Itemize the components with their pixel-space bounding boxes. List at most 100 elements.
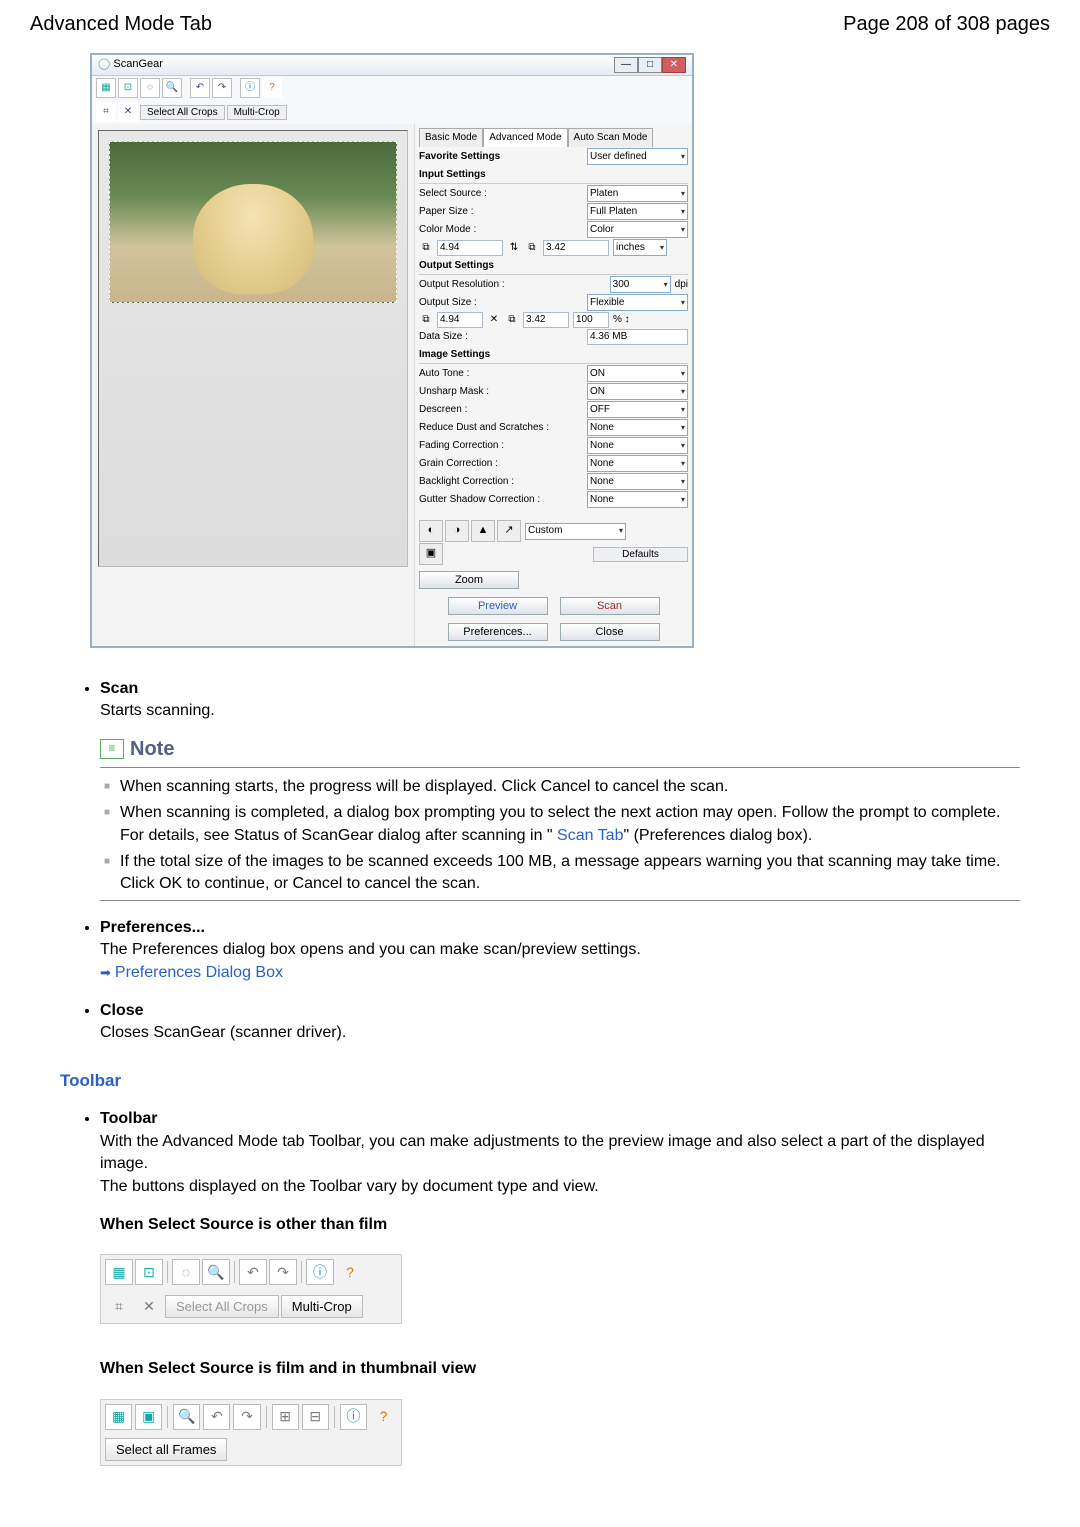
note-item-2: When scanning is completed, a dialog box…	[100, 802, 1020, 847]
paper-size-label: Paper Size :	[419, 205, 583, 219]
note-icon: ≡	[100, 739, 124, 759]
percent-spinner-icon[interactable]: % ↕	[613, 313, 630, 327]
width-icon: ⧉	[419, 241, 433, 255]
window-close-icon[interactable]: ✕	[662, 57, 686, 73]
rotate-right-icon[interactable]: ↷	[212, 78, 232, 98]
remove-crop-icon[interactable]: ✕	[118, 102, 138, 122]
unit-select[interactable]: inches	[613, 239, 667, 256]
toolbar-primary: ▦ ⊡ ◌ 🔍 ↶ ↷ ⓘ ?	[92, 76, 692, 100]
out-height-icon: ⧉	[505, 313, 519, 327]
grain-select[interactable]: None	[587, 455, 688, 472]
color-mode-select[interactable]: Color	[587, 221, 688, 238]
saturation-icon[interactable]: ◐	[419, 520, 443, 542]
ill-select-all-crops-button: Select All Crops	[165, 1295, 279, 1318]
scangear-window: ◯ ScanGear — □ ✕ ▦ ⊡ ◌ 🔍 ↶ ↷ ⓘ ? ⌗ ✕ Sel…	[90, 53, 694, 648]
unsharp-mask-select[interactable]: ON	[587, 383, 688, 400]
window-maximize-icon[interactable]: □	[638, 57, 662, 73]
window-title: ScanGear	[113, 58, 163, 70]
favorite-settings-select[interactable]: User defined	[587, 148, 688, 165]
tab-advanced-mode[interactable]: Advanced Mode	[483, 128, 567, 147]
info-icon[interactable]: ⓘ	[240, 78, 260, 98]
output-size-select[interactable]: Flexible	[587, 294, 688, 311]
height-icon: ⧉	[525, 241, 539, 255]
tone-curve-icon[interactable]: ↗	[497, 520, 521, 542]
auto-tone-select[interactable]: ON	[587, 365, 688, 382]
autocrop-icon[interactable]: ⌗	[96, 102, 116, 122]
toolbar-illustration-film-thumb: ▦ ▣ 🔍 ↶ ↷ ⊞ ⊟ ⓘ ? Select all F	[100, 1399, 402, 1466]
scan-heading: Scan	[100, 678, 1020, 700]
scan-button[interactable]: Scan	[560, 597, 660, 615]
illA-heading: When Select Source is other than film	[100, 1214, 1020, 1236]
preview-pane	[92, 124, 414, 646]
fading-label: Fading Correction :	[419, 439, 583, 453]
crop-icon[interactable]: ⊡	[118, 78, 138, 98]
backlight-label: Backlight Correction :	[419, 475, 583, 489]
auto-tone-label: Auto Tone :	[419, 367, 583, 381]
image-settings-header: Image Settings	[419, 348, 688, 364]
output-scale-field[interactable]: 100	[573, 312, 609, 328]
ill-remove-crop-icon: ✕	[135, 1293, 163, 1319]
final-review-icon[interactable]: ▣	[419, 543, 443, 565]
ill2-invert-icon: ⊟	[302, 1404, 329, 1430]
ill2-mirror-icon: ⊞	[272, 1404, 299, 1430]
dust-select[interactable]: None	[587, 419, 688, 436]
preview-crop-frame[interactable]	[109, 141, 397, 303]
ill2-select-all-frames-button: Select all Frames	[105, 1438, 227, 1461]
tab-basic-mode[interactable]: Basic Mode	[419, 128, 483, 147]
help-icon[interactable]: ?	[262, 78, 282, 98]
gutter-label: Gutter Shadow Correction :	[419, 493, 583, 507]
brightness-icon[interactable]: ◑	[445, 520, 469, 542]
preview-button[interactable]: Preview	[448, 597, 548, 615]
ill-help-icon: ?	[336, 1259, 364, 1285]
paper-size-select[interactable]: Full Platen	[587, 203, 688, 220]
tab-auto-scan-mode[interactable]: Auto Scan Mode	[568, 128, 654, 147]
unsharp-mask-label: Unsharp Mask :	[419, 385, 583, 399]
output-width-field[interactable]: 4.94	[437, 312, 483, 328]
preferences-dialog-link[interactable]: Preferences Dialog Box	[100, 962, 1020, 984]
input-width-field[interactable]: 4.94	[437, 240, 503, 256]
zoom-icon[interactable]: 🔍	[162, 78, 182, 98]
page-number: Page 208 of 308 pages	[843, 10, 1050, 38]
out-link-icon[interactable]: ✕	[487, 313, 501, 327]
data-size-label: Data Size :	[419, 330, 583, 344]
note-heading: Note	[130, 735, 174, 763]
select-source-select[interactable]: Platen	[587, 185, 688, 202]
ill-rotate-left-icon: ↶	[239, 1259, 267, 1285]
ill2-thumbnail-icon: ▦	[105, 1404, 132, 1430]
preferences-desc: The Preferences dialog box opens and you…	[100, 939, 1020, 961]
close-button[interactable]: Close	[560, 623, 660, 641]
zoom-button[interactable]: Zoom	[419, 571, 519, 589]
note-item-1: When scanning starts, the progress will …	[100, 776, 1020, 798]
gutter-select[interactable]: None	[587, 491, 688, 508]
clear-icon[interactable]: ◌	[140, 78, 160, 98]
backlight-select[interactable]: None	[587, 473, 688, 490]
output-height-field[interactable]: 3.42	[523, 312, 569, 328]
close-heading: Close	[100, 1000, 1020, 1022]
preferences-button[interactable]: Preferences...	[448, 623, 548, 641]
preferences-heading: Preferences...	[100, 917, 1020, 939]
ill-zoom-icon: 🔍	[202, 1259, 230, 1285]
histogram-icon[interactable]: ▲	[471, 520, 495, 542]
descreen-label: Descreen :	[419, 403, 583, 417]
ill2-zoom-icon: 🔍	[173, 1404, 200, 1430]
multi-crop-button[interactable]: Multi-Crop	[227, 105, 287, 120]
input-height-field[interactable]: 3.42	[543, 240, 609, 256]
descreen-select[interactable]: OFF	[587, 401, 688, 418]
ill-rotate-right-icon: ↷	[269, 1259, 297, 1285]
rotate-left-icon[interactable]: ↶	[190, 78, 210, 98]
ill-clear-icon: ◌	[172, 1259, 200, 1285]
link-icon[interactable]: ⇅	[507, 241, 521, 255]
note-item-3: If the total size of the images to be sc…	[100, 851, 1020, 896]
custom-select[interactable]: Custom	[525, 523, 626, 540]
toolbar-section-heading: Toolbar	[60, 1069, 1020, 1093]
scan-tab-link[interactable]: Scan Tab	[557, 827, 623, 844]
output-settings-header: Output Settings	[419, 259, 688, 275]
select-all-crops-button[interactable]: Select All Crops	[140, 105, 225, 120]
output-resolution-select[interactable]: 300	[610, 276, 671, 293]
thumbnail-icon[interactable]: ▦	[96, 78, 116, 98]
defaults-button[interactable]: Defaults	[593, 547, 688, 562]
fading-select[interactable]: None	[587, 437, 688, 454]
toolbar-item-desc2: The buttons displayed on the Toolbar var…	[100, 1176, 1020, 1198]
preview-image-area[interactable]	[98, 130, 408, 567]
window-minimize-icon[interactable]: —	[614, 57, 638, 73]
